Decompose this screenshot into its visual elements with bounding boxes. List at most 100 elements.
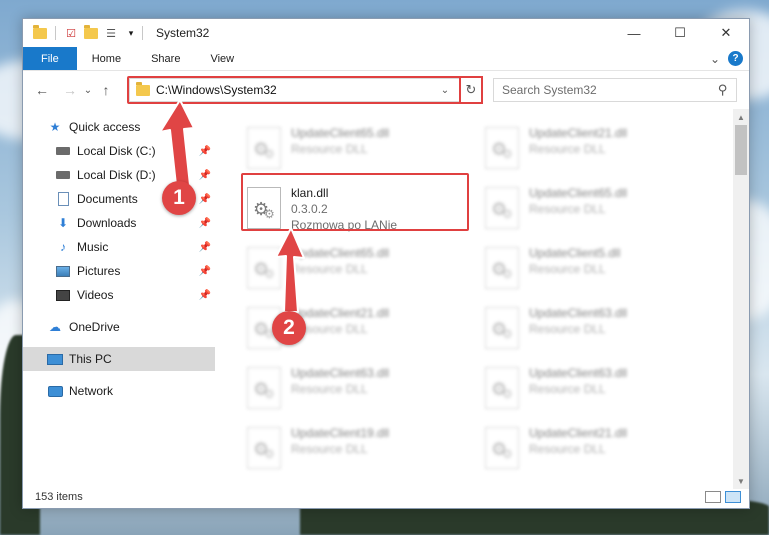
close-button[interactable]: ✕ bbox=[703, 19, 749, 47]
minimize-button[interactable]: — bbox=[611, 19, 657, 47]
file-meta: UpdateClient19.dll Resource DLL bbox=[291, 421, 389, 457]
tab-home[interactable]: Home bbox=[77, 47, 136, 70]
details-view-icon[interactable] bbox=[705, 491, 721, 503]
address-path[interactable]: C:\Windows\System32 bbox=[156, 83, 436, 97]
callout-badge-2: 2 bbox=[272, 311, 306, 345]
file-meta: klan.dll 0.3.0.2 Rozmowa po LANie bbox=[291, 181, 397, 233]
pin-icon[interactable]: 📌 bbox=[199, 290, 211, 301]
address-bar[interactable]: C:\Windows\System32 ⌄ bbox=[129, 78, 481, 102]
new-folder-icon[interactable] bbox=[83, 24, 99, 41]
file-description: Resource DLL bbox=[529, 262, 606, 276]
file-meta: UpdateClient65.dll Resource DLL bbox=[291, 121, 389, 157]
music-icon: ♪ bbox=[60, 240, 66, 254]
file-tile[interactable]: ⚙ ⚙ UpdateClient63.dll Resource DLL bbox=[481, 301, 711, 357]
window-title: System32 bbox=[156, 26, 210, 40]
downloads-icon: ⬇ bbox=[57, 216, 69, 230]
expand-ribbon-icon[interactable]: ⌄ bbox=[710, 52, 720, 66]
file-tile[interactable]: ⚙ ⚙ UpdateClient63.dll Resource DLL bbox=[243, 361, 473, 417]
file-tile[interactable]: ⚙ ⚙ UpdateClient65.dll Resource DLL bbox=[481, 181, 711, 237]
scroll-thumb[interactable] bbox=[735, 125, 747, 175]
sidebar-item-label: This PC bbox=[69, 352, 112, 366]
file-description: Resource DLL bbox=[291, 442, 368, 456]
dll-file-icon: ⚙ ⚙ bbox=[247, 187, 281, 229]
sidebar-item-label: Downloads bbox=[77, 216, 137, 230]
vertical-scrollbar[interactable]: ▲ ▼ bbox=[733, 109, 749, 489]
callout-badge-1: 1 bbox=[162, 181, 196, 215]
ribbon-right: ⌄ ? bbox=[710, 47, 749, 70]
file-name: UpdateClient63.dll bbox=[529, 366, 628, 380]
file-description: Resource DLL bbox=[529, 442, 606, 456]
search-icon[interactable]: ⚲ bbox=[718, 82, 728, 98]
scroll-up-icon[interactable]: ▲ bbox=[733, 109, 749, 125]
toolbar-separator bbox=[55, 26, 56, 40]
sidebar-item-quick-access[interactable]: ★ Quick access bbox=[23, 115, 215, 139]
file-tile[interactable]: ⚙ ⚙ UpdateClient21.dll Resource DLL bbox=[481, 121, 711, 177]
recent-locations-button[interactable]: ⌄ bbox=[81, 79, 95, 101]
sidebar-item-pictures[interactable]: Pictures 📌 bbox=[23, 259, 215, 283]
customize-toolbar-icon[interactable]: ▾ bbox=[123, 25, 139, 41]
file-meta: UpdateClient63.dll Resource DLL bbox=[529, 361, 627, 397]
file-name: UpdateClient63.dll bbox=[291, 366, 390, 380]
properties-icon[interactable]: ☑ bbox=[63, 25, 79, 41]
file-tile[interactable]: ⚙ ⚙ klan.dll 0.3.0.2 Rozmowa po LANie bbox=[243, 181, 473, 237]
sidebar-item-label: Documents bbox=[77, 192, 138, 206]
videos-icon bbox=[55, 287, 71, 303]
sidebar-item-network[interactable]: Network bbox=[23, 379, 215, 403]
address-dropdown-icon[interactable]: ⌄ bbox=[436, 85, 454, 96]
refresh-button[interactable]: ↻ bbox=[459, 76, 483, 104]
sidebar-item-this-pc[interactable]: This PC bbox=[23, 347, 215, 371]
status-bar: 153 items bbox=[23, 486, 749, 508]
sidebar-item-downloads[interactable]: ⬇ Downloads 📌 bbox=[23, 211, 215, 235]
network-icon bbox=[47, 383, 63, 399]
sidebar-item-onedrive[interactable]: ☁ OneDrive bbox=[23, 315, 215, 339]
tab-view[interactable]: View bbox=[195, 47, 249, 70]
pin-icon[interactable]: 📌 bbox=[199, 170, 211, 181]
file-name: UpdateClient5.dll bbox=[529, 246, 621, 260]
view-options-icon[interactable]: ☰ bbox=[103, 25, 119, 41]
pin-icon[interactable]: 📌 bbox=[199, 146, 211, 157]
pin-icon[interactable]: 📌 bbox=[199, 266, 211, 277]
maximize-button[interactable]: ☐ bbox=[657, 19, 703, 47]
file-meta: UpdateClient21.dll Resource DLL bbox=[291, 301, 389, 337]
quick-access-toolbar: ☑ ☰ ▾ bbox=[23, 24, 139, 41]
help-icon[interactable]: ? bbox=[728, 51, 743, 66]
back-button[interactable]: ← bbox=[31, 79, 53, 101]
tab-file[interactable]: File bbox=[23, 47, 77, 70]
dll-file-icon: ⚙ ⚙ bbox=[247, 247, 281, 289]
pin-icon[interactable]: 📌 bbox=[199, 218, 211, 229]
file-name: UpdateClient65.dll bbox=[529, 186, 628, 200]
file-description: 0.3.0.2 bbox=[291, 202, 328, 216]
disk-icon bbox=[55, 143, 71, 159]
file-tile[interactable]: ⚙ ⚙ UpdateClient19.dll Resource DLL bbox=[243, 421, 473, 477]
sidebar-item-music[interactable]: ♪ Music 📌 bbox=[23, 235, 215, 259]
file-meta: UpdateClient21.dll Resource DLL bbox=[529, 421, 627, 457]
file-description: Resource DLL bbox=[291, 142, 368, 156]
ribbon-tabs: File Home Share View ⌄ ? bbox=[23, 47, 749, 71]
sidebar-item-label: Local Disk (D:) bbox=[77, 168, 156, 182]
disk-icon bbox=[55, 167, 71, 183]
folder-icon bbox=[32, 24, 48, 41]
pin-icon[interactable]: 📌 bbox=[199, 242, 211, 253]
dll-file-icon: ⚙ ⚙ bbox=[485, 187, 519, 229]
search-box[interactable]: Search System32 ⚲ bbox=[493, 78, 737, 102]
tab-share[interactable]: Share bbox=[136, 47, 195, 70]
file-meta: UpdateClient63.dll Resource DLL bbox=[529, 301, 627, 337]
sidebar-item-videos[interactable]: Videos 📌 bbox=[23, 283, 215, 307]
file-list: ⚙ ⚙ UpdateClient65.dll Resource DLL ⚙ ⚙ Update… bbox=[217, 109, 735, 489]
file-tile[interactable]: ⚙ ⚙ UpdateClient21.dll Resource DLL bbox=[481, 421, 711, 477]
file-name: UpdateClient21.dll bbox=[529, 126, 628, 140]
dll-file-icon: ⚙ ⚙ bbox=[247, 427, 281, 469]
file-tile[interactable]: ⚙ ⚙ UpdateClient65.dll Resource DLL bbox=[243, 241, 473, 297]
pin-icon[interactable]: 📌 bbox=[199, 194, 211, 205]
dll-file-icon: ⚙ ⚙ bbox=[485, 247, 519, 289]
file-tile[interactable]: ⚙ ⚙ UpdateClient63.dll Resource DLL bbox=[481, 361, 711, 417]
dll-file-icon: ⚙ ⚙ bbox=[485, 367, 519, 409]
up-button[interactable]: ↑ bbox=[95, 79, 117, 101]
sidebar-item-local-disk-c[interactable]: Local Disk (C:) 📌 bbox=[23, 139, 215, 163]
tiles-view-icon[interactable] bbox=[725, 491, 741, 503]
file-tile[interactable]: ⚙ ⚙ UpdateClient5.dll Resource DLL bbox=[481, 241, 711, 297]
forward-button[interactable]: → bbox=[59, 79, 81, 101]
search-input[interactable]: Search System32 bbox=[502, 83, 718, 97]
file-meta: UpdateClient21.dll Resource DLL bbox=[529, 121, 627, 157]
file-tile[interactable]: ⚙ ⚙ UpdateClient65.dll Resource DLL bbox=[243, 121, 473, 177]
